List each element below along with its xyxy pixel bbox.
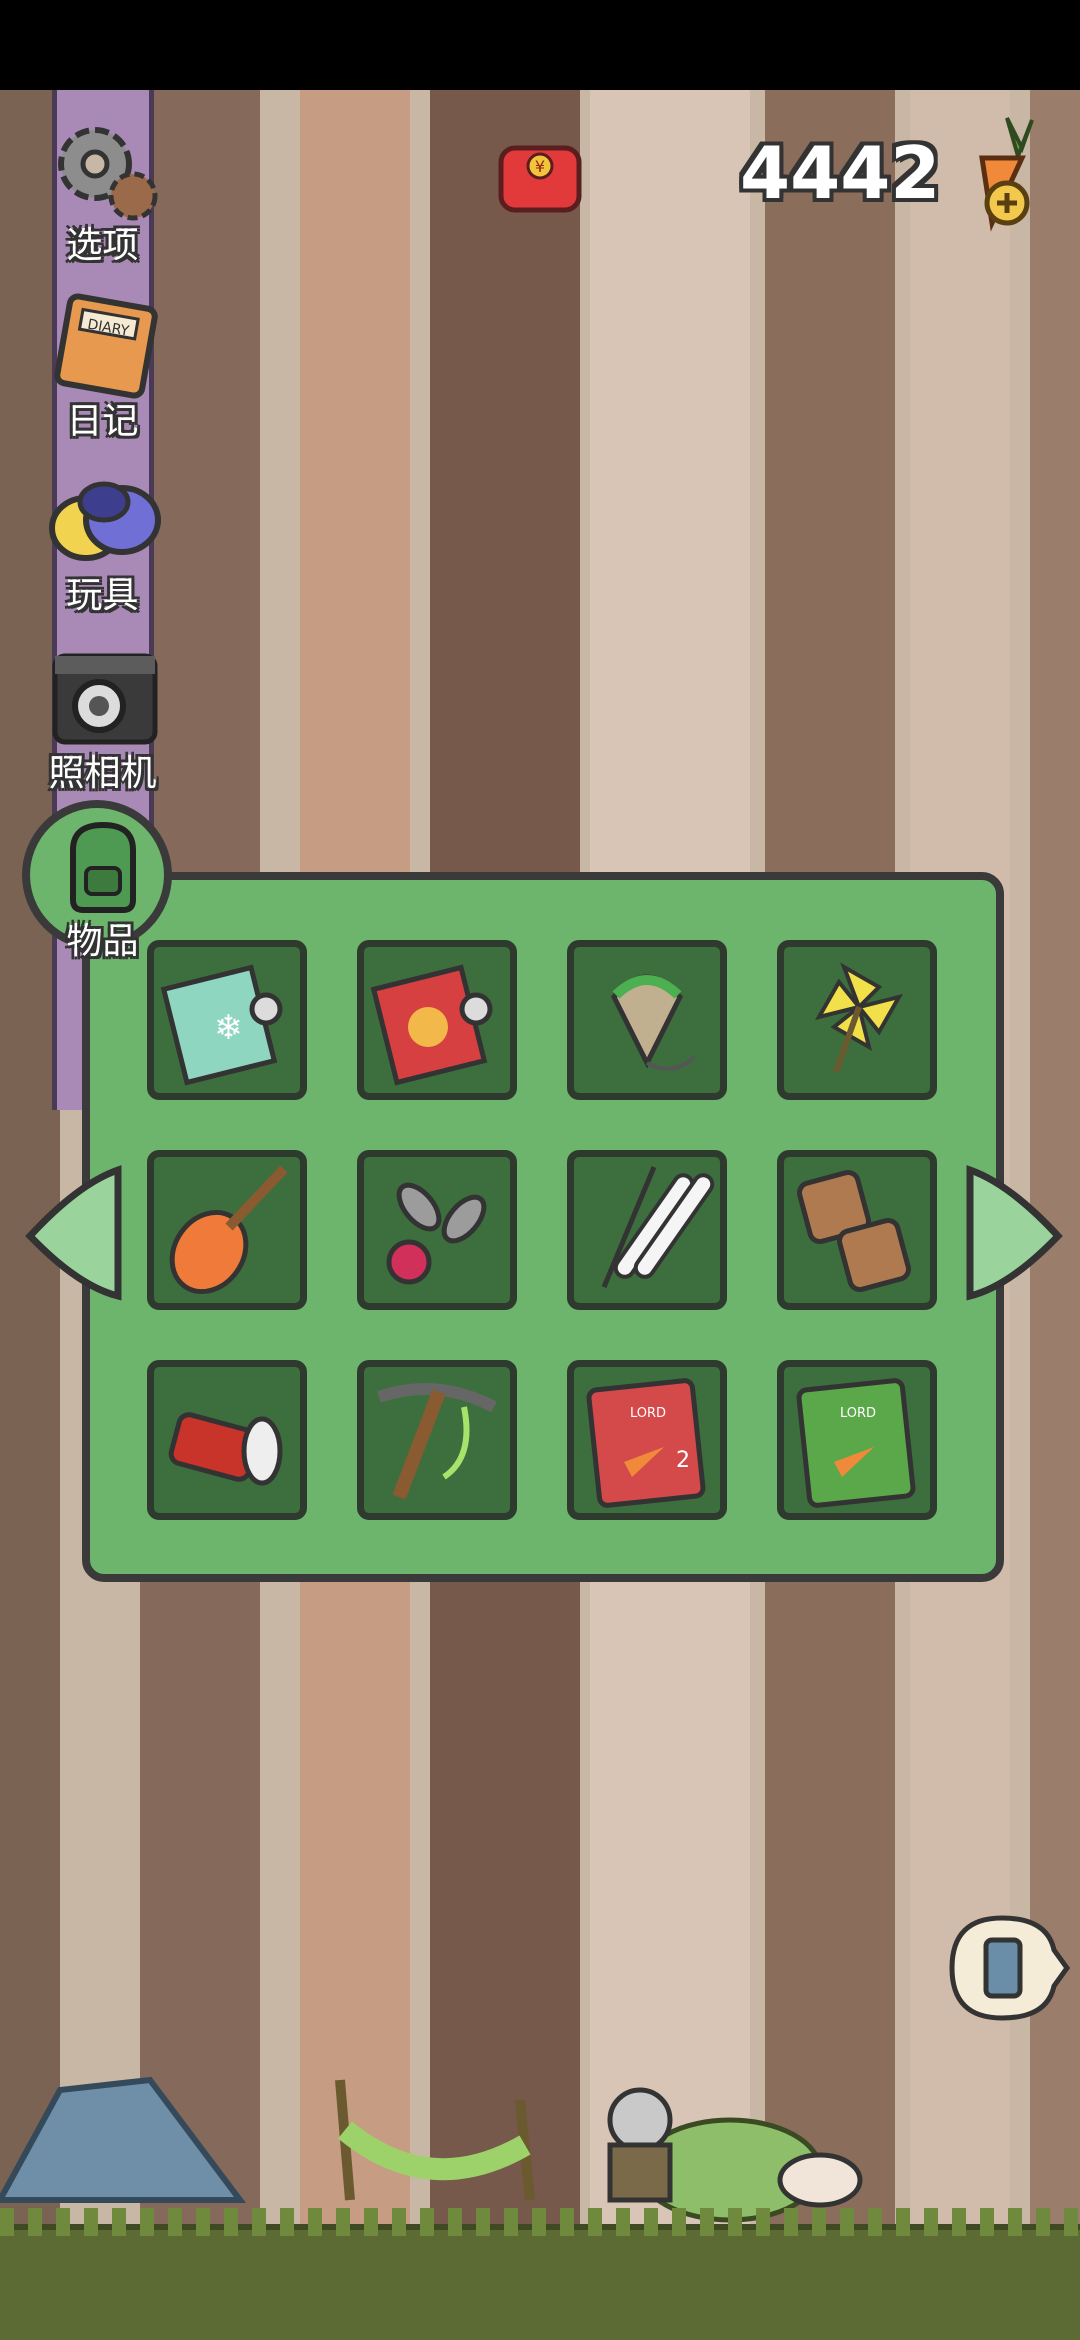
menu-label: 玩具	[66, 575, 139, 616]
lord-of-the-carrots-book-2-icon[interactable]: LORD 2	[567, 1360, 727, 1520]
svg-text:LORD: LORD	[840, 1406, 876, 1421]
next-page-arrow[interactable]	[960, 1158, 1070, 1308]
lute-icon[interactable]	[147, 1150, 307, 1310]
ground	[0, 2208, 1080, 2340]
pickaxe-icon[interactable]	[357, 1360, 517, 1520]
menu-item-camera[interactable]: 照相机	[20, 642, 185, 796]
svg-text:2: 2	[676, 1448, 690, 1473]
menu-label: 日记	[66, 401, 139, 442]
svg-text:¥: ¥	[535, 157, 545, 176]
backpack-icon	[69, 821, 136, 913]
camera-icon	[52, 653, 157, 745]
spinning-top-icon[interactable]	[567, 940, 727, 1100]
geta-sandals-icon[interactable]	[777, 1150, 937, 1310]
lord-of-the-carrots-book-icon[interactable]: LORD	[777, 1360, 937, 1520]
juggling-pins-icon[interactable]	[357, 1150, 517, 1310]
pinwheel-icon[interactable]	[777, 940, 937, 1100]
svg-text:LORD: LORD	[630, 1406, 666, 1421]
flower-wrapping-paper-icon[interactable]	[357, 940, 517, 1100]
menu-item-diary[interactable]: DIARY 日记	[20, 290, 185, 444]
gear-icon	[57, 127, 157, 221]
carrot-count: 4442	[740, 131, 941, 215]
toys-icon	[48, 481, 161, 561]
menu-label: 选项	[66, 225, 139, 266]
menu-label: 照相机	[48, 753, 157, 794]
diary-icon: DIARY	[53, 293, 158, 399]
phone-icon[interactable]	[942, 1910, 1072, 2025]
carrot-plus-icon[interactable]	[952, 108, 1044, 236]
previous-page-arrow[interactable]	[18, 1158, 128, 1308]
red-envelope-icon[interactable]: ¥	[493, 138, 587, 218]
menu-item-options[interactable]: 选项	[20, 112, 185, 268]
menu-item-toys[interactable]: 玩具	[20, 470, 185, 618]
flashlight-icon[interactable]	[147, 1360, 307, 1520]
skis-icon[interactable]	[567, 1150, 727, 1310]
snowflake-wrapping-paper-icon[interactable]: ❄	[147, 940, 307, 1100]
status-bar	[0, 0, 1080, 90]
svg-text:❄: ❄	[214, 1008, 243, 1048]
